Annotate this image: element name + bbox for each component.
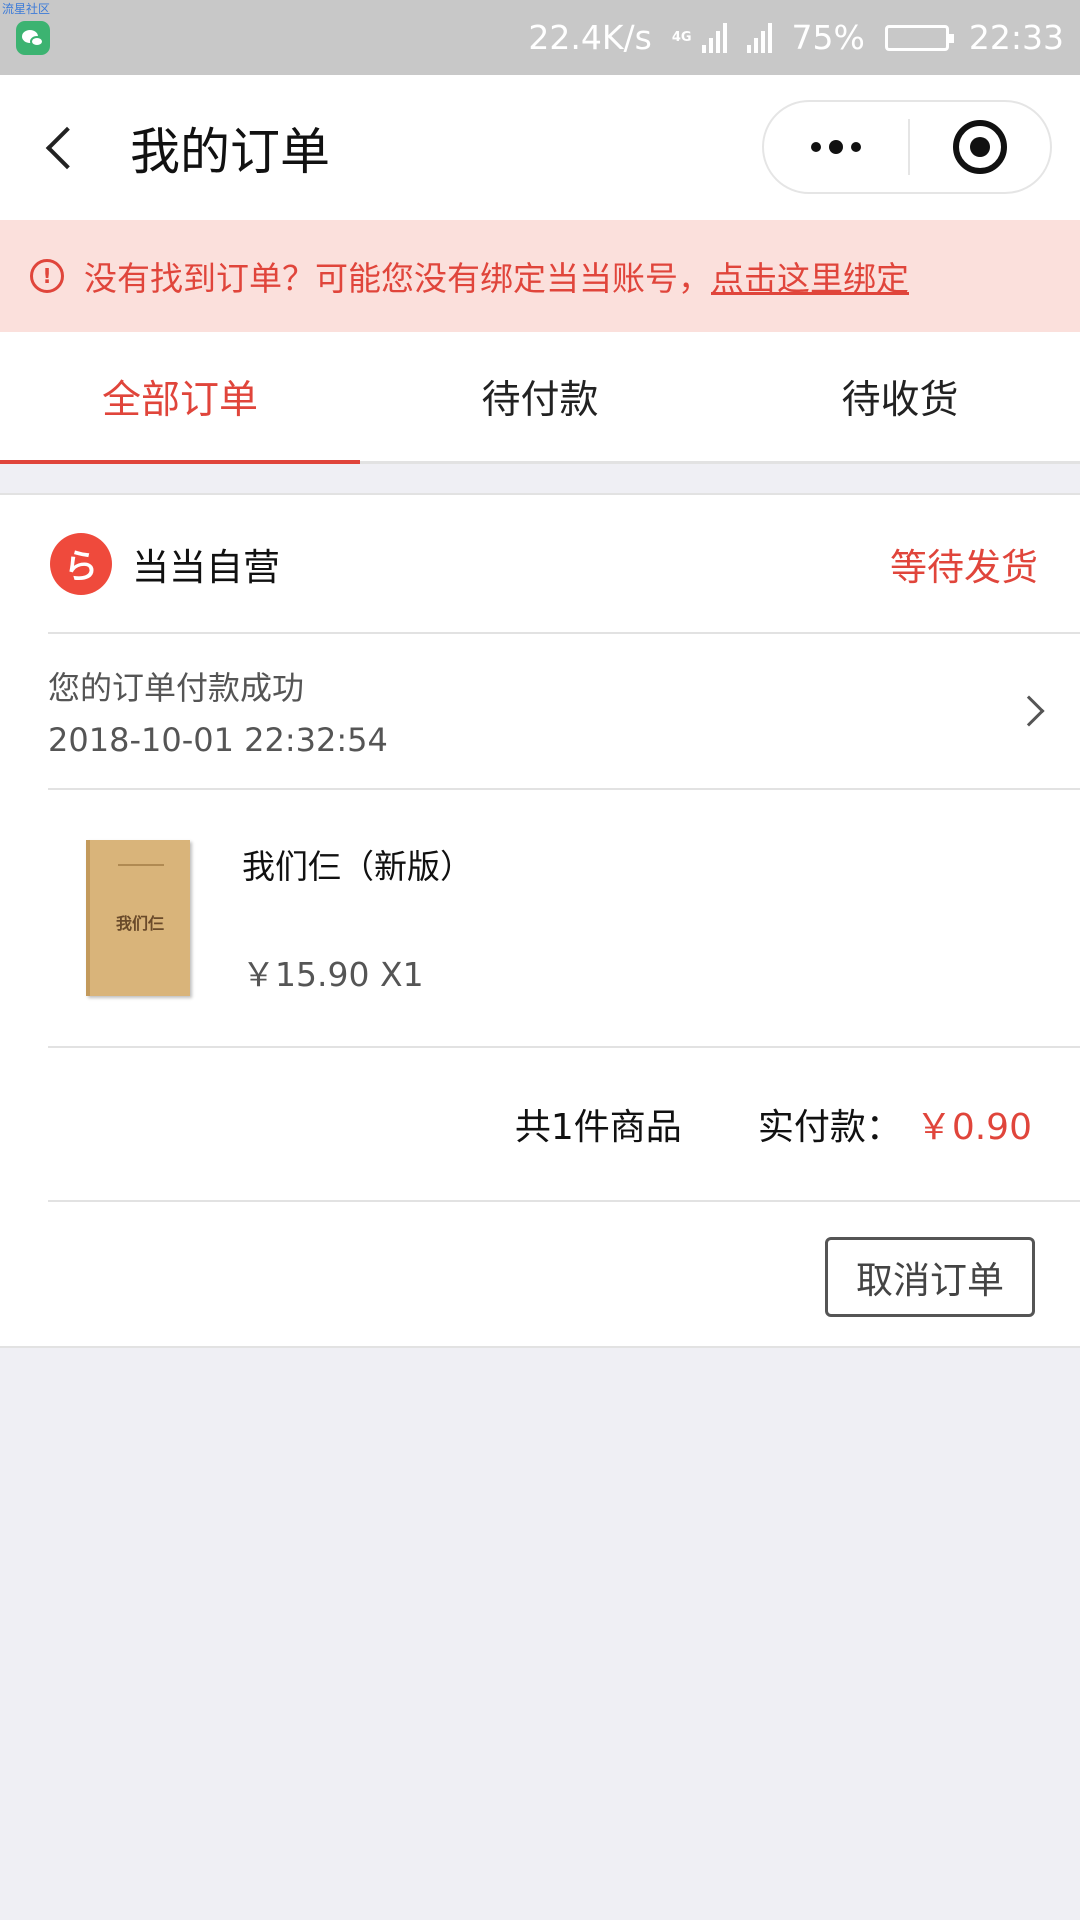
signal-icon-2: [746, 22, 772, 53]
nav-bar: 我的订单: [0, 75, 1080, 220]
paid-label: 实付款：: [757, 1107, 902, 1148]
order-message: 您的订单付款成功: [48, 669, 305, 707]
bind-account-notice: ! 没有找到订单？可能您没有绑定当当账号， 点击这里绑定: [0, 220, 1080, 332]
order-item[interactable]: 我们仨 我们仨（新版） ￥15.90 X1: [0, 790, 1080, 1046]
order-message-time: 2018-10-01 22:32:54: [48, 721, 388, 759]
chevron-right-icon: [1013, 695, 1045, 727]
order-summary: 共1件商品 实付款： ￥0.90: [0, 1048, 1080, 1200]
target-icon: [953, 120, 1007, 174]
shop-name: 当当自营: [132, 545, 280, 589]
item-count: 共1件商品: [514, 1107, 682, 1148]
network-speed: 22.4K/s: [528, 18, 652, 57]
wechat-icon: [16, 20, 50, 55]
battery-percent: 75%: [791, 18, 865, 57]
page-title: 我的订单: [130, 122, 330, 181]
network-type: 4G: [671, 30, 692, 45]
order-card: ら 当当自营 等待发货 您的订单付款成功 2018-10-01 22:32:54…: [0, 493, 1080, 1348]
more-button[interactable]: [764, 140, 908, 154]
order-tabs: 全部订单 待付款 待收货: [0, 332, 1080, 464]
tab-pending-receipt[interactable]: 待收货: [720, 332, 1080, 461]
status-bar: 流星社区 22.4K/s 4G 75% 22:33: [0, 0, 1080, 75]
back-arrow-icon[interactable]: [45, 126, 89, 169]
tab-all-orders[interactable]: 全部订单: [0, 332, 360, 464]
cancel-order-button[interactable]: 取消订单: [825, 1237, 1035, 1317]
item-price: ￥15.90 X1: [242, 955, 424, 994]
tab-pending-payment[interactable]: 待付款: [360, 332, 720, 461]
dangdang-logo-icon: ら: [50, 532, 112, 595]
item-title: 我们仨（新版）: [242, 847, 473, 886]
close-mini-program-button[interactable]: [910, 120, 1050, 174]
order-actions: 取消订单: [0, 1202, 1080, 1352]
signal-icon: [701, 22, 727, 53]
notice-text: 没有找到订单？可能您没有绑定当当账号，: [84, 259, 711, 298]
book-cover-title: 我们仨: [116, 914, 165, 933]
watermark-text: 流星社区: [2, 2, 51, 16]
clock: 22:33: [968, 18, 1064, 57]
book-cover-image: 我们仨: [86, 840, 190, 996]
bind-account-link[interactable]: 点击这里绑定: [711, 252, 909, 300]
mini-program-capsule: [762, 100, 1052, 194]
paid-amount: ￥0.90: [915, 1107, 1032, 1148]
shop-header: ら 当当自营 等待发货: [0, 495, 1080, 632]
order-status: 等待发货: [890, 545, 1038, 589]
order-message-row[interactable]: 您的订单付款成功 2018-10-01 22:32:54: [0, 634, 1080, 788]
battery-icon: [884, 24, 954, 51]
alert-icon: !: [30, 259, 64, 293]
